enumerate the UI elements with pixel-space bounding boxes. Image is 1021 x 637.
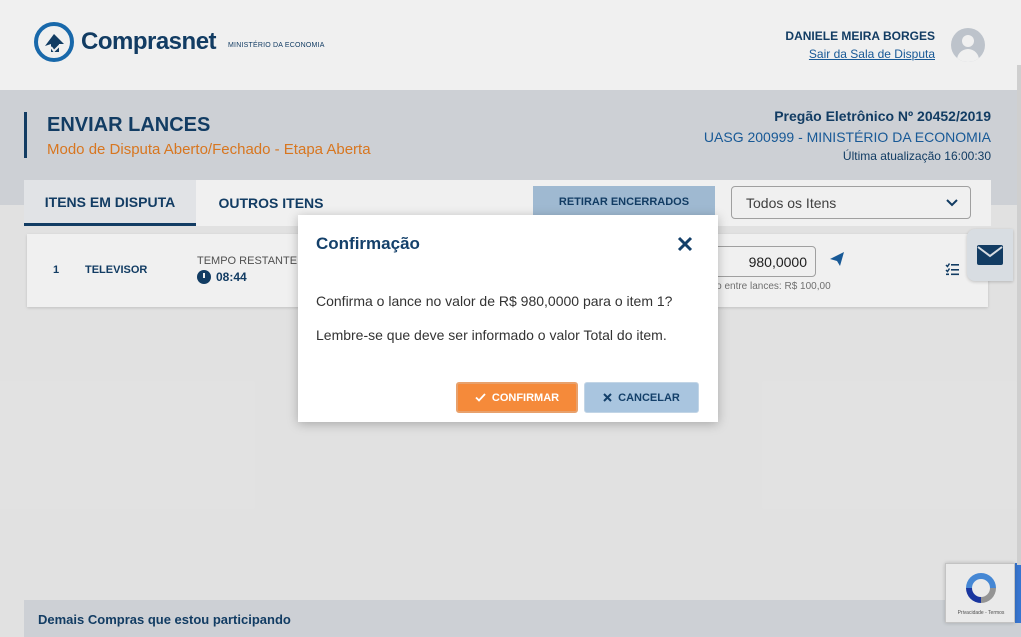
dialog-message: Confirma o lance no valor de R$ 980,0000… bbox=[316, 293, 673, 309]
confirm-button[interactable]: CONFIRMAR bbox=[456, 382, 578, 413]
close-icon[interactable] bbox=[676, 235, 694, 253]
dialog-reminder: Lembre-se que deve ser informado o valor… bbox=[316, 327, 667, 343]
check-icon bbox=[475, 393, 486, 402]
cancel-label: CANCELAR bbox=[618, 391, 680, 404]
scrollbar[interactable] bbox=[1017, 65, 1021, 565]
close-icon bbox=[603, 393, 612, 402]
dialog-title: Confirmação bbox=[316, 234, 420, 253]
confirm-label: CONFIRMAR bbox=[491, 391, 560, 404]
cancel-button[interactable]: CANCELAR bbox=[584, 382, 699, 413]
